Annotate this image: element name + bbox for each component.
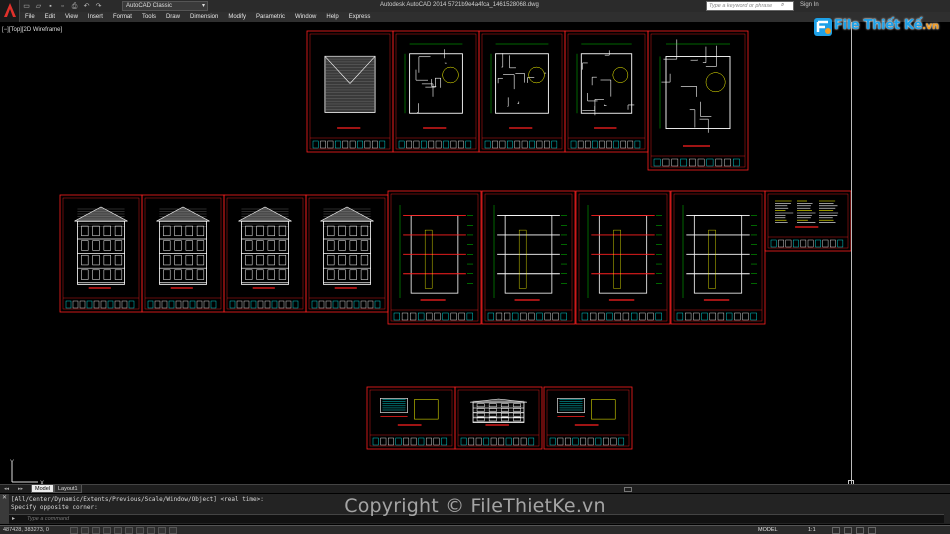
vertical-scrollbar[interactable] — [851, 22, 852, 484]
watermark-logo-text: File Thiết Kế — [834, 18, 923, 33]
drafting-toggles — [70, 527, 177, 534]
lwt-toggle[interactable] — [158, 527, 166, 534]
horizontal-scrollbar-thumb[interactable] — [624, 487, 632, 492]
menu-view[interactable]: View — [60, 12, 83, 22]
redo-icon[interactable]: ↷ — [94, 2, 103, 11]
clean-screen-icon[interactable] — [868, 527, 876, 534]
tab-prev-icon[interactable]: ◂◂ — [4, 486, 9, 492]
sign-in-link[interactable]: Sign In — [800, 2, 819, 8]
workspace-select[interactable]: AutoCAD Classic ▾ — [122, 1, 208, 11]
workspace-select-value: AutoCAD Classic — [126, 3, 173, 9]
menu-help[interactable]: Help — [321, 12, 343, 22]
drawing-sheet — [478, 30, 566, 153]
isolate-objects-icon[interactable] — [856, 527, 864, 534]
title-bar: ▭ ▱ ▪ ▫ ⎙ ↶ ↷ AutoCAD Classic ▾ Autodesk… — [0, 0, 950, 12]
menu-format[interactable]: Format — [108, 12, 137, 22]
drawing-sheet — [647, 30, 749, 171]
watermark-logo-suffix: .vn — [922, 21, 939, 32]
ducs-toggle[interactable] — [136, 527, 144, 534]
menu-express[interactable]: Express — [344, 12, 376, 22]
drawing-sheet — [454, 386, 543, 450]
drawing-sheet — [670, 190, 766, 325]
open-icon[interactable]: ▱ — [34, 2, 43, 11]
acad-logo-icon[interactable] — [0, 0, 20, 22]
drawing-sheet — [223, 194, 307, 313]
saveas-icon[interactable]: ▫ — [58, 2, 67, 11]
tab-model[interactable]: Model — [31, 485, 54, 493]
drawing-sheet — [366, 386, 456, 450]
status-bar: 487428, 383273, 0 MODEL 1:1 — [0, 525, 950, 534]
menu-insert[interactable]: Insert — [83, 12, 108, 22]
save-icon[interactable]: ▪ — [46, 2, 55, 11]
drawing-sheet — [306, 30, 394, 153]
drawing-sheet — [59, 194, 143, 313]
svg-text:Y: Y — [10, 460, 14, 466]
drawing-viewport[interactable]: [−][Top][2D Wireframe] Y X — [0, 22, 950, 486]
lock-icon[interactable] — [844, 527, 852, 534]
drawing-sheet — [764, 190, 852, 252]
drawing-sheet — [305, 194, 389, 313]
workspace-switch-icon[interactable] — [832, 527, 840, 534]
print-icon[interactable]: ⎙ — [70, 2, 79, 11]
ortho-toggle[interactable] — [92, 527, 100, 534]
quick-access-toolbar: ▭ ▱ ▪ ▫ ⎙ ↶ ↷ — [22, 1, 103, 11]
annotation-scale[interactable]: 1:1 — [808, 527, 816, 533]
menu-modify[interactable]: Modify — [223, 12, 251, 22]
menu-window[interactable]: Window — [290, 12, 321, 22]
menu-tools[interactable]: Tools — [137, 12, 161, 22]
drawing-sheet — [481, 190, 576, 325]
drawing-canvas — [59, 30, 852, 450]
undo-icon[interactable]: ↶ — [82, 2, 91, 11]
tab-next-icon[interactable]: ▸▸ — [18, 486, 23, 492]
tab-layout1[interactable]: Layout1 — [54, 485, 82, 493]
layout-tabs-bar: ◂◂ ▸▸ Model Layout1 — [0, 484, 950, 493]
menu-file[interactable]: File — [20, 12, 40, 22]
copyright-watermark: Copyright © FileThietKe.vn — [344, 495, 606, 517]
menu-draw[interactable]: Draw — [161, 12, 185, 22]
drawing-sheet — [543, 386, 633, 450]
menu-dimension[interactable]: Dimension — [185, 12, 223, 22]
dyn-toggle[interactable] — [147, 527, 155, 534]
snap-toggle[interactable] — [70, 527, 78, 534]
drawing-sheet — [392, 30, 480, 153]
menu-parametric[interactable]: Parametric — [251, 12, 290, 22]
osnap-toggle[interactable] — [114, 527, 122, 534]
tpy-toggle[interactable] — [169, 527, 177, 534]
menu-bar: File Edit View Insert Format Tools Draw Dimensi… — [20, 12, 950, 22]
drawing-sheet — [564, 30, 649, 153]
logo-mark-icon — [814, 18, 832, 36]
new-icon[interactable]: ▭ — [22, 2, 31, 11]
watermark-logo: File Thiết Kế.vn — [812, 14, 939, 40]
search-icon[interactable]: ⌕ — [781, 2, 784, 9]
model-space-button[interactable]: MODEL — [758, 527, 778, 533]
otrack-toggle[interactable] — [125, 527, 133, 534]
coordinate-readout: 487428, 383273, 0 — [3, 527, 49, 533]
autocad-window: ▭ ▱ ▪ ▫ ⎙ ↶ ↷ AutoCAD Classic ▾ Autodesk… — [0, 0, 950, 534]
drawing-sheet — [387, 190, 482, 325]
chevron-down-icon: ▾ — [201, 3, 205, 9]
polar-toggle[interactable] — [103, 527, 111, 534]
window-title: Autodesk AutoCAD 2014 5721b9e4a4fca_1461… — [380, 2, 539, 8]
ucs-icon: Y X — [10, 460, 44, 486]
drawing-sheet — [575, 190, 671, 325]
drawing-sheet — [141, 194, 225, 313]
menu-edit[interactable]: Edit — [40, 12, 60, 22]
grid-toggle[interactable] — [81, 527, 89, 534]
